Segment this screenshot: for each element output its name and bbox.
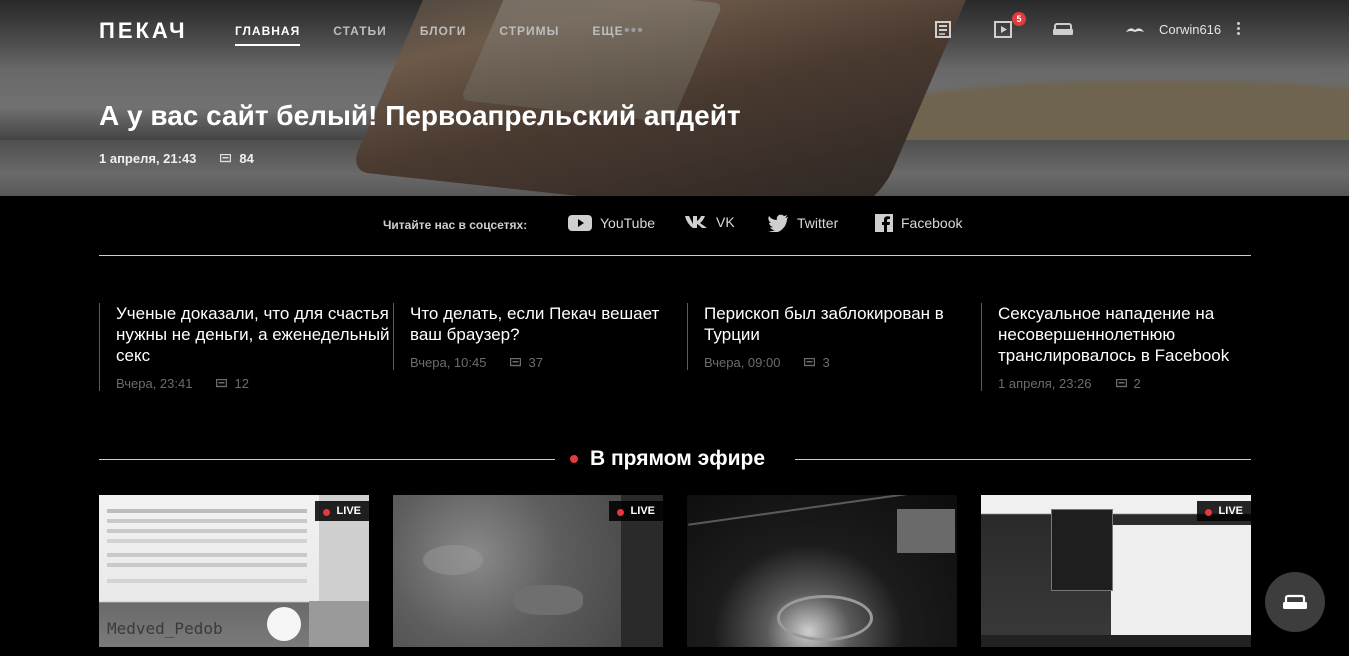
news-meta: Вчера, 23:41 12 [116, 376, 391, 391]
stream-thumbnail[interactable]: Medved_Pedob LIVE [99, 495, 369, 647]
mustache-avatar-icon[interactable] [1124, 20, 1144, 40]
live-badge: LIVE [608, 501, 663, 521]
hero-meta: 1 апреля, 21:43 84 [99, 151, 254, 166]
news-title[interactable]: Ученые доказали, что для счастья нужны н… [116, 303, 391, 366]
news-title[interactable]: Сексуальное нападение на несовершеннолет… [998, 303, 1273, 366]
news-date: Вчера, 10:45 [410, 355, 487, 370]
news-title[interactable]: Что делать, если Пекач вешает ваш браузе… [410, 303, 685, 345]
username-label[interactable]: Corwin616 [1159, 22, 1221, 37]
stream-context-menu-image [1051, 509, 1113, 591]
social-link-label: Twitter [797, 215, 839, 231]
stream-cockpit-ring [777, 595, 873, 641]
stream-cat-image [267, 607, 301, 641]
news-comment-count: 2 [1133, 376, 1141, 391]
twitter-icon [768, 214, 788, 232]
live-divider-right [795, 459, 1251, 460]
hero-comments[interactable]: 84 [220, 151, 254, 166]
video-icon[interactable] [992, 18, 1014, 40]
more-dots-icon[interactable]: ••• [624, 22, 644, 40]
stream-thumbnail[interactable]: LIVE [981, 495, 1251, 647]
hero-comment-count: 84 [239, 151, 254, 166]
stream-browser-page-image [1111, 525, 1251, 635]
social-link-label: Facebook [901, 215, 963, 231]
live-badge: LIVE [1196, 501, 1251, 521]
social-bar: Читайте нас в соцсетях: YouTube VK Twitt… [0, 196, 1349, 256]
news-title[interactable]: Перископ был заблокирован в Турции [704, 303, 979, 345]
live-section-header: В прямом эфире [0, 447, 1349, 471]
nav-item-more[interactable]: ЕЩЕ [592, 24, 623, 46]
social-link-youtube[interactable]: YouTube [568, 214, 655, 232]
vk-icon [685, 216, 707, 228]
youtube-icon [568, 215, 592, 231]
live-title[interactable]: В прямом эфире [570, 447, 765, 471]
social-link-vk[interactable]: VK [684, 214, 735, 230]
live-badge: LIVE [314, 501, 369, 521]
stream-webcam-image [897, 509, 955, 553]
social-link-label: YouTube [600, 215, 656, 231]
stream-taskbar-image [981, 635, 1251, 647]
nav-item-home[interactable]: ГЛАВНАЯ [235, 24, 301, 46]
news-meta: 1 апреля, 23:26 2 [998, 376, 1273, 391]
news-comment-count: 37 [528, 355, 543, 370]
live-divider-left [99, 459, 555, 460]
stream-code-lines [107, 509, 307, 513]
news-item[interactable]: Что делать, если Пекач вешает ваш браузе… [393, 303, 685, 370]
sofa-icon[interactable] [1052, 18, 1074, 40]
news-item[interactable]: Перископ был заблокирован в Турции Вчера… [687, 303, 979, 370]
news-item[interactable]: Сексуальное нападение на несовершеннолет… [981, 303, 1273, 391]
stream-overlay-text: Medved_Pedob [107, 619, 223, 638]
site-logo[interactable]: ПЕКАЧ [99, 18, 188, 44]
news-date: Вчера, 23:41 [116, 376, 193, 391]
user-menu-kebab-icon[interactable] [1233, 20, 1243, 38]
comment-icon [1115, 378, 1127, 387]
stream-webcam-image [309, 601, 369, 647]
live-dot-icon [570, 455, 578, 463]
social-label: Читайте нас в соцсетях: [383, 218, 528, 232]
news-comment-count: 3 [822, 355, 830, 370]
news-meta: Вчера, 10:45 37 [410, 355, 685, 370]
social-link-twitter[interactable]: Twitter [767, 214, 838, 232]
comment-icon [804, 357, 816, 366]
nav-item-streams[interactable]: СТРИМЫ [499, 24, 559, 46]
news-comment-count: 12 [234, 376, 249, 391]
news-date: Вчера, 09:00 [704, 355, 781, 370]
stream-thumbnail[interactable]: LIVE [393, 495, 663, 647]
main-nav: ГЛАВНАЯ СТАТЬИ БЛОГИ СТРИМЫ ЕЩЕ [235, 24, 624, 46]
hero-title[interactable]: А у вас сайт белый! Первоапрельский апде… [99, 100, 741, 132]
facebook-icon [875, 214, 893, 232]
sofa-icon [1283, 594, 1307, 609]
video-count-badge: 5 [1012, 12, 1026, 26]
stream-thumbnail[interactable] [687, 495, 957, 647]
stream-map-detail [423, 545, 483, 575]
comment-icon [220, 153, 232, 162]
comment-icon [216, 378, 228, 387]
section-divider [99, 255, 1251, 256]
live-title-label: В прямом эфире [590, 447, 766, 470]
comment-icon [510, 357, 522, 366]
hero-date: 1 апреля, 21:43 [99, 151, 197, 166]
news-meta: Вчера, 09:00 3 [704, 355, 979, 370]
social-link-label: VK [716, 214, 735, 230]
stream-map-detail [513, 585, 583, 615]
sofa-float-button[interactable] [1265, 572, 1325, 632]
news-date: 1 апреля, 23:26 [998, 376, 1092, 391]
nav-item-blogs[interactable]: БЛОГИ [420, 24, 467, 46]
nav-item-articles[interactable]: СТАТЬИ [333, 24, 387, 46]
news-feed-icon[interactable] [932, 18, 954, 40]
hero-banner[interactable]: ПЕКАЧ ГЛАВНАЯ СТАТЬИ БЛОГИ СТРИМЫ ЕЩЕ ••… [0, 0, 1349, 196]
social-link-facebook[interactable]: Facebook [875, 214, 962, 232]
news-item[interactable]: Ученые доказали, что для счастья нужны н… [99, 303, 391, 391]
